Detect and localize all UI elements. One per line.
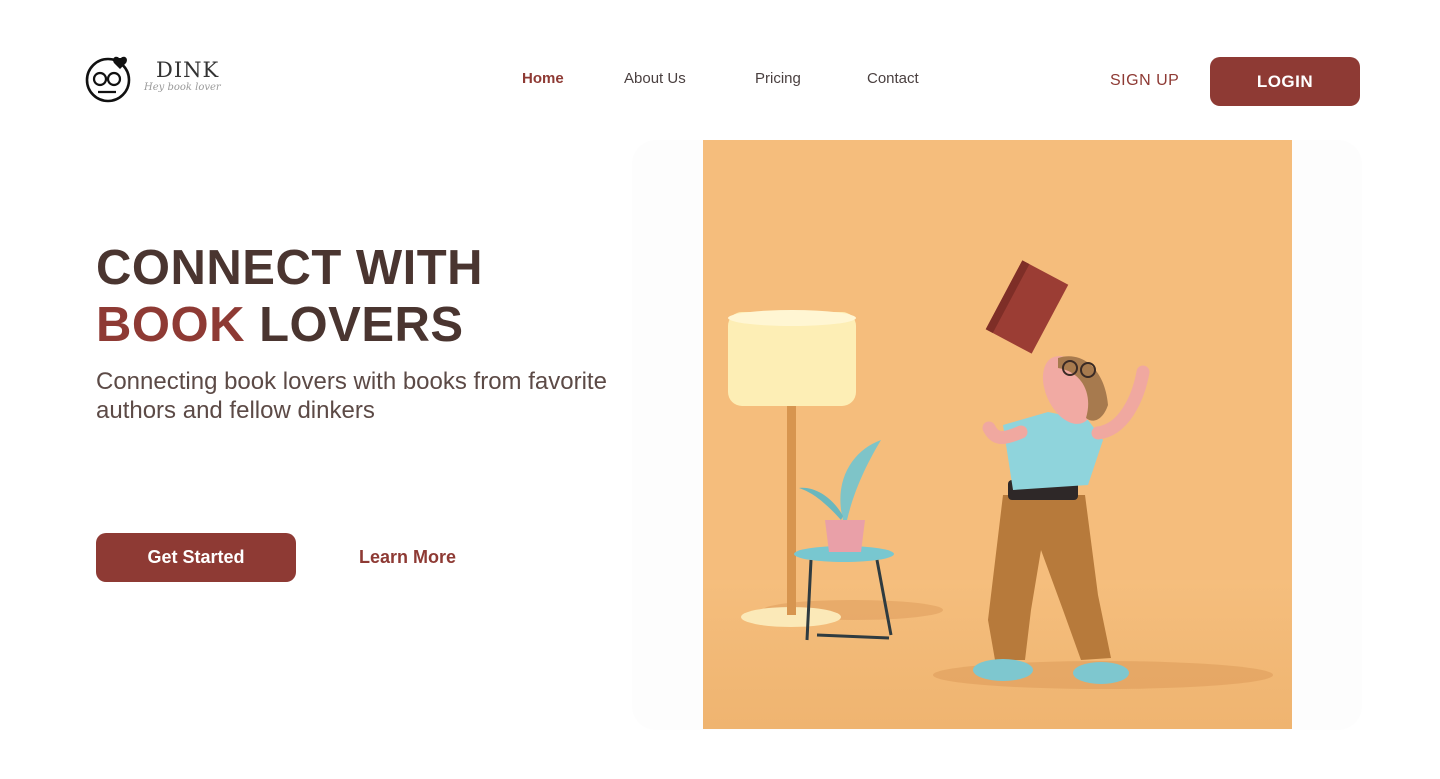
headline-line1: CONNECT WITH [96,241,484,295]
nav-about-us[interactable]: About Us [624,70,686,90]
hero-subtitle: Connecting book lovers with books from f… [96,368,607,424]
login-button[interactable]: LOGIN [1210,57,1360,106]
hero-illustration [703,140,1292,729]
nav-pricing[interactable]: Pricing [755,70,801,90]
sign-up-link[interactable]: SIGN UP [1110,72,1179,90]
logo-face-icon [85,56,131,103]
brand-logo[interactable]: DINK Hey book lover [84,54,234,104]
hero-headline: CONNECT WITH BOOK LOVERS [96,240,483,354]
brand-name: DINK [156,58,220,82]
nav-home[interactable]: Home [522,70,564,90]
get-started-button[interactable]: Get Started [96,533,296,582]
headline-rest: LOVERS [245,298,464,352]
learn-more-link[interactable]: Learn More [359,547,456,568]
nav-contact[interactable]: Contact [867,70,919,90]
brand-tagline: Hey book lover [144,82,221,93]
headline-accent: BOOK [96,298,245,352]
